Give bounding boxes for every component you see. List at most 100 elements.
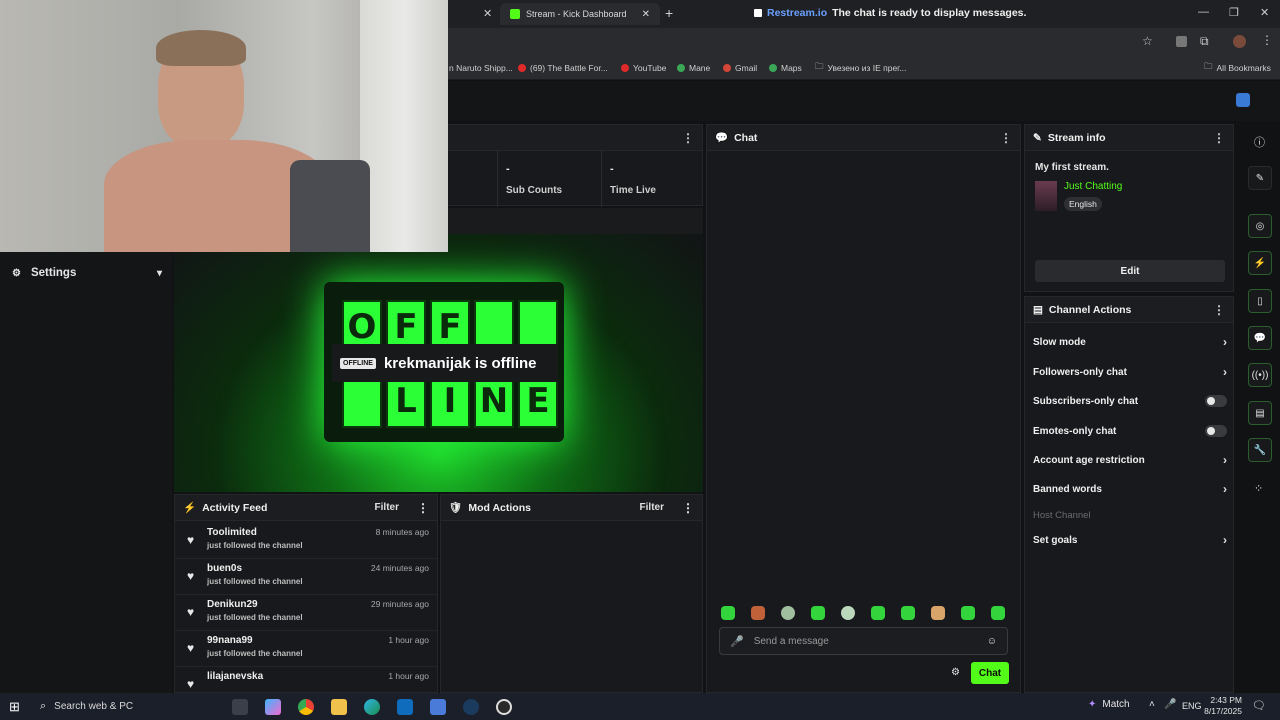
follower-name[interactable]: buen0s <box>207 563 242 574</box>
notifications-icon[interactable]: 🗨 <box>1252 699 1266 712</box>
kick-logo-icon <box>510 9 520 19</box>
rail-camera-button[interactable]: ◎ <box>1248 214 1272 238</box>
close-tab-icon[interactable]: ✕ <box>483 7 492 20</box>
file-explorer-icon[interactable] <box>331 699 347 715</box>
emote-icon[interactable] <box>781 606 795 620</box>
follower-name[interactable]: 99nana99 <box>207 635 253 646</box>
emote-icon[interactable] <box>991 606 1005 620</box>
subscribers-only-toggle[interactable] <box>1205 395 1227 407</box>
menu-icon[interactable]: ⋮ <box>1261 33 1273 47</box>
emote-icon[interactable] <box>871 606 885 620</box>
rail-broadcast-button[interactable]: ((•)) <box>1248 363 1272 387</box>
emote-icon[interactable] <box>841 606 855 620</box>
rail-chat-button[interactable]: 💬 <box>1248 326 1272 350</box>
bookmark-naruto[interactable]: n Naruto Shipp... <box>449 56 513 80</box>
chat-input[interactable]: 🎤 Send a message ☺ <box>719 627 1008 655</box>
more-icon[interactable]: ⋮ <box>682 501 694 515</box>
clock-date: 8/17/2025 <box>1204 706 1242 716</box>
activity-feed-header: ⚡ Activity Feed Filter ⋮ <box>175 495 437 521</box>
action-followers-only[interactable]: Followers-only chat › <box>1025 360 1235 384</box>
emote-icon[interactable] <box>811 606 825 620</box>
rail-notes-button[interactable]: ▯ <box>1248 289 1272 313</box>
bookmark-youtube[interactable]: YouTube <box>621 56 666 80</box>
more-icon[interactable]: ⋮ <box>417 501 429 515</box>
rail-bolt-button[interactable]: ⚡ <box>1248 251 1272 275</box>
more-icon[interactable]: ⋮ <box>1213 132 1225 144</box>
info-icon[interactable]: ⓘ <box>1254 134 1265 150</box>
emote-icon[interactable] <box>751 606 765 620</box>
chevron-right-icon: › <box>1223 335 1227 349</box>
emote-icon[interactable] <box>721 606 735 620</box>
clock[interactable]: 2:43 PM 8/17/2025 <box>1204 695 1242 717</box>
steam-icon[interactable] <box>463 699 479 715</box>
kick-profile-icon[interactable] <box>1236 93 1250 107</box>
language-indicator[interactable]: ENG <box>1182 701 1202 711</box>
tab-kick-dashboard[interactable]: Stream - Kick Dashboard ✕ <box>500 3 660 25</box>
channel-icon: ▤ <box>1033 303 1043 316</box>
edge-icon[interactable] <box>364 699 380 715</box>
window-close-icon[interactable]: ✕ <box>1260 6 1269 19</box>
chat-send-button[interactable]: Chat <box>971 662 1009 684</box>
chevron-right-icon: › <box>1223 453 1227 467</box>
emote-icon[interactable] <box>931 606 945 620</box>
bookmark-gmail[interactable]: Gmail <box>723 56 757 80</box>
edit-button[interactable]: Edit <box>1035 260 1225 282</box>
weather-widget[interactable]: ✦ Match <box>1088 699 1130 710</box>
more-icon[interactable]: ⋮ <box>1000 132 1012 144</box>
new-tab-icon[interactable]: + <box>665 5 673 21</box>
action-set-goals[interactable]: Set goals › <box>1025 528 1235 552</box>
taskbar-search[interactable]: ⌕ Search web & PC <box>34 696 220 717</box>
minimize-icon[interactable]: — <box>1198 6 1209 18</box>
youtube-icon <box>621 64 629 72</box>
webcam-overlay <box>0 0 448 252</box>
follow-action: just followed the channel <box>207 577 303 586</box>
microphone-icon[interactable]: 🎤 <box>1164 699 1176 710</box>
bookmark-folder-ie[interactable]: 🗀 Увезено из IE прег... <box>815 56 906 80</box>
follower-name[interactable]: Toolimited <box>207 527 257 538</box>
outlook-icon[interactable] <box>397 699 413 715</box>
microphone-icon[interactable]: 🎤 <box>730 635 744 648</box>
activity-feed-title: Activity Feed <box>202 501 268 514</box>
puzzle-icon[interactable]: ⧉ <box>1200 34 1209 49</box>
restore-icon[interactable]: ❐ <box>1229 6 1239 19</box>
follower-name[interactable]: Denikun29 <box>207 599 258 610</box>
bookmark-battle[interactable]: (69) The Battle For... <box>518 56 608 80</box>
settings-item[interactable]: ⚙ Settings ▾ <box>12 267 162 279</box>
chat-placeholder: Send a message <box>753 635 829 647</box>
all-bookmarks[interactable]: 🗀 All Bookmarks <box>1204 56 1271 80</box>
filter-button[interactable]: Filter <box>640 502 664 513</box>
tray-chevron-icon[interactable]: ˄ <box>1149 699 1155 710</box>
action-banned-words[interactable]: Banned words › <box>1025 477 1235 501</box>
star-icon[interactable]: ☆ <box>1142 34 1153 48</box>
emote-icon[interactable] <box>961 606 975 620</box>
more-icon[interactable]: ⋮ <box>682 132 694 144</box>
bookmark-mane[interactable]: Mane <box>677 56 710 80</box>
emoji-icon[interactable]: ☺ <box>987 636 997 647</box>
bookmark-maps[interactable]: Maps <box>769 56 802 80</box>
chrome-icon[interactable] <box>298 699 314 715</box>
filter-button[interactable]: Filter <box>375 502 399 513</box>
action-account-age[interactable]: Account age restriction › <box>1025 448 1235 472</box>
wrench-icon: 🔧 <box>1253 444 1267 456</box>
windows-start-icon[interactable]: ⊞ <box>9 699 20 715</box>
category-link[interactable]: Just Chatting <box>1064 181 1122 192</box>
apps-icon[interactable]: ⁘ <box>1254 482 1263 495</box>
copilot-icon[interactable] <box>265 699 281 715</box>
extension-icon[interactable] <box>1176 36 1187 47</box>
category-thumbnail <box>1035 181 1057 211</box>
task-view-icon[interactable] <box>232 699 248 715</box>
rail-edit-button[interactable]: ✎ <box>1248 166 1272 190</box>
follower-name[interactable]: lilajanevska <box>207 671 263 682</box>
emotes-only-toggle[interactable] <box>1205 425 1227 437</box>
youtube-icon <box>518 64 526 72</box>
rail-tools-button[interactable]: 🔧 <box>1248 438 1272 462</box>
store-icon[interactable] <box>430 699 446 715</box>
rail-channel-button[interactable]: ▤ <box>1248 401 1272 425</box>
close-icon[interactable]: ✕ <box>642 9 650 20</box>
obs-icon[interactable] <box>496 699 512 715</box>
more-icon[interactable]: ⋮ <box>1213 304 1225 316</box>
action-slow-mode[interactable]: Slow mode › <box>1025 330 1235 354</box>
emote-icon[interactable] <box>901 606 915 620</box>
chat-settings-icon[interactable]: ⚙ <box>951 667 960 678</box>
avatar[interactable] <box>1233 35 1246 48</box>
